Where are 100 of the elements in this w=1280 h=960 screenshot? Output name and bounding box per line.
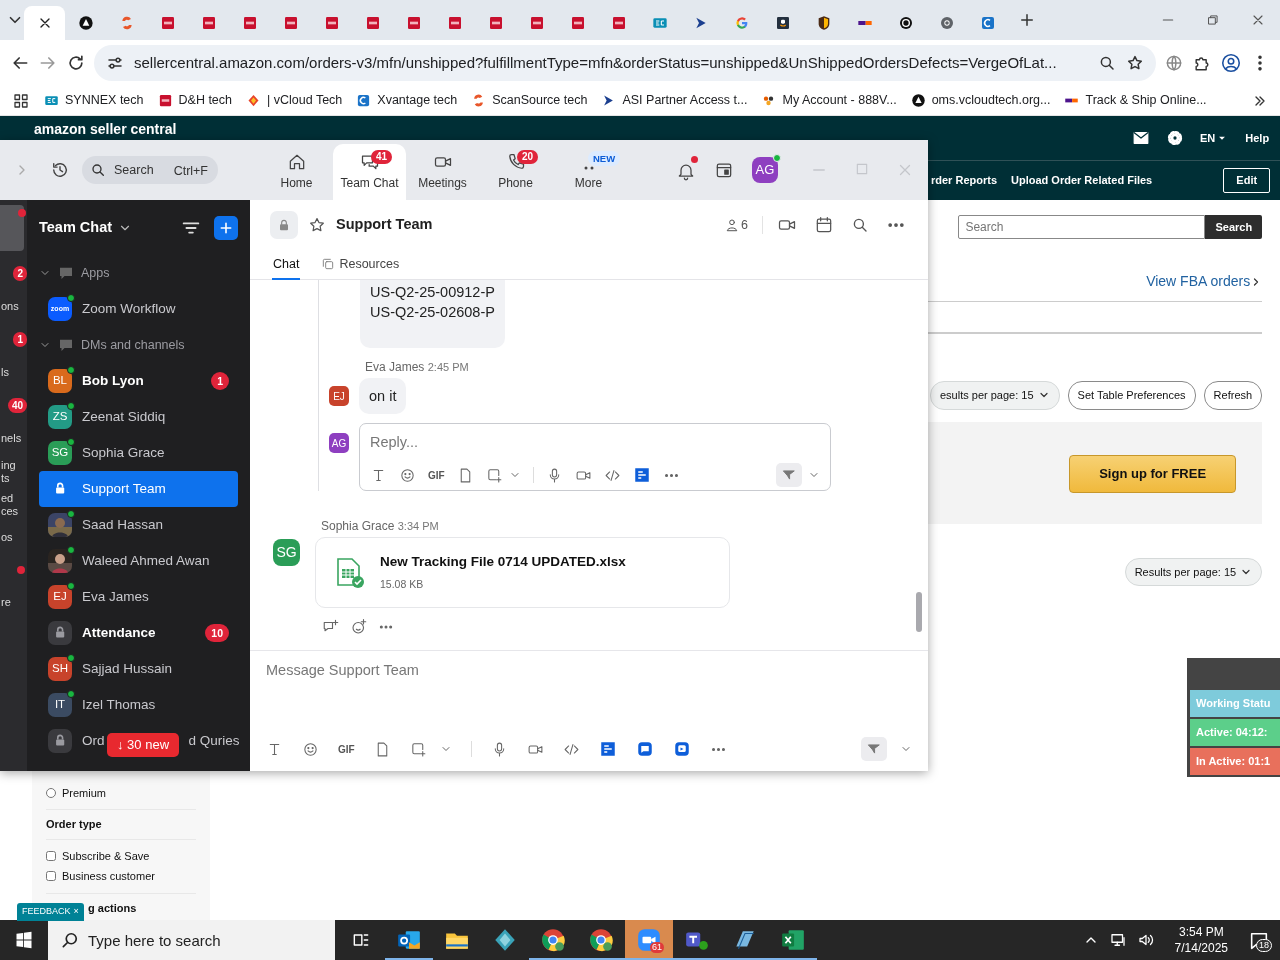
checkbox[interactable] <box>46 850 56 861</box>
restore-icon[interactable] <box>1206 13 1220 27</box>
emoji-icon[interactable] <box>399 466 416 484</box>
nav-link[interactable]: rder Reports <box>931 172 998 189</box>
taskbar-app[interactable]: 61 <box>625 920 673 960</box>
nav-tab[interactable]: 20 Phone <box>479 144 552 200</box>
filter-label[interactable]: Premium <box>62 784 106 801</box>
scrollbar-thumb[interactable] <box>916 592 922 632</box>
new-messages-toast[interactable]: ↓ 30 new <box>107 733 180 757</box>
file-card[interactable]: New Tracking File 0714 UPDATED.xlsx 15.08 KB <box>315 537 730 608</box>
history-icon[interactable] <box>50 160 70 180</box>
app-icon[interactable] <box>598 740 617 758</box>
star-icon[interactable] <box>308 216 326 234</box>
clock-date[interactable]: 7/14/2025 <box>1174 940 1228 956</box>
bookmark-link[interactable]: SYNNEX tech <box>44 91 144 110</box>
search-icon[interactable] <box>851 216 869 234</box>
rail-label[interactable]: ing ts <box>1 455 27 488</box>
language-menu[interactable]: EN <box>1200 129 1230 147</box>
nav-tab[interactable]: Meetings <box>406 144 479 200</box>
settings-icon[interactable] <box>1166 129 1184 147</box>
brand-name[interactable]: amazon seller central <box>34 122 177 137</box>
channel-item[interactable]: Attendance 10 <box>39 615 238 651</box>
radio-button[interactable] <box>46 787 56 798</box>
notifications-button[interactable] <box>676 158 696 182</box>
mail-icon[interactable] <box>1132 129 1150 147</box>
nav-tab[interactable]: 41 Team Chat <box>333 144 406 200</box>
globe-icon[interactable] <box>1164 53 1184 73</box>
bookmark-star-icon[interactable] <box>1126 54 1144 72</box>
rail-label[interactable]: ons <box>1 290 27 323</box>
contact-item[interactable]: ZS Zeenat Siddiq <box>39 399 238 435</box>
search-button[interactable]: Search <box>1205 215 1263 239</box>
channel-name[interactable]: d Quries <box>188 730 240 752</box>
apps-icon[interactable] <box>12 91 30 110</box>
screenshot-icon[interactable] <box>485 466 503 484</box>
contact-item[interactable]: Saad Hassan <box>39 507 238 543</box>
profile-icon[interactable] <box>1220 52 1242 74</box>
contact-item[interactable]: SH Sajjad Hussain <box>39 651 238 687</box>
bookmark-link[interactable]: ASI Partner Access t... <box>601 91 748 110</box>
bookmark-link[interactable]: | vCloud Tech <box>246 91 343 110</box>
help-link[interactable]: Help <box>1245 129 1270 147</box>
taskbar-search-field[interactable]: Type here to search <box>48 920 335 960</box>
search-icon[interactable] <box>1098 54 1116 72</box>
bookmark-link[interactable]: Xvantage tech <box>356 91 458 110</box>
app-icon[interactable] <box>635 740 654 758</box>
gif-button[interactable]: GIF <box>428 467 445 483</box>
send-button[interactable] <box>861 737 887 761</box>
gif-button[interactable]: GIF <box>338 741 355 757</box>
filter-label[interactable]: Business customer <box>62 868 155 885</box>
bookmark-link[interactable]: oms.vcloudtech.org... <box>910 91 1051 110</box>
contact-item[interactable]: SG Sophia Grace <box>39 435 238 471</box>
screenshot-icon[interactable] <box>409 740 427 758</box>
contact-item[interactable]: Waleed Ahmed Awan <box>39 543 238 579</box>
bookmark-link[interactable]: Track & Ship Online... <box>1064 91 1207 110</box>
chat-tab[interactable]: Resources <box>320 250 401 280</box>
checkbox[interactable] <box>46 871 56 882</box>
section-header[interactable]: DMs and channels <box>39 327 238 363</box>
rail-label[interactable]: os <box>1 521 27 554</box>
chat-tab[interactable]: Chat <box>272 250 301 280</box>
members-button[interactable]: 6 <box>724 215 763 235</box>
notification-button[interactable]: 18 <box>1248 928 1270 952</box>
new-chat-button[interactable] <box>214 215 238 240</box>
rail-label[interactable]: nels <box>1 422 27 455</box>
network-icon[interactable] <box>1108 931 1127 949</box>
sidebar-title[interactable]: Team Chat <box>39 216 133 239</box>
sign-up-button[interactable]: Sign up for FREE <box>1069 454 1237 493</box>
search-field[interactable]: Search <box>958 215 1206 239</box>
rail-label[interactable]: ls <box>1 356 27 389</box>
rail-label[interactable]: ed ces <box>1 488 27 521</box>
section-header[interactable]: Apps <box>39 255 238 291</box>
bookmark-link[interactable]: D&H tech <box>157 91 232 110</box>
contact-item[interactable]: IT Izel Thomas <box>39 687 238 723</box>
send-button[interactable] <box>776 463 802 487</box>
reload-button[interactable] <box>66 53 86 73</box>
site-info-icon[interactable] <box>106 54 124 72</box>
emoji-icon[interactable] <box>302 740 319 758</box>
results-per-page-select[interactable]: Results per page: 15 <box>1124 557 1263 586</box>
contact-item[interactable]: EJ Eva James <box>39 579 238 615</box>
edit-button[interactable]: Edit <box>1223 168 1271 193</box>
app-icon[interactable] <box>632 466 651 484</box>
results-per-page-select[interactable]: esults per page: 15 <box>930 381 1060 410</box>
channel-item[interactable]: Support Team <box>39 471 238 507</box>
fba-orders-link[interactable]: View FBA orders <box>1146 271 1263 292</box>
nav-link[interactable]: Upload Order Related Files <box>1011 172 1153 189</box>
add-reaction-icon[interactable] <box>350 618 368 636</box>
close-button[interactable]: × <box>73 905 79 919</box>
bookmark-link[interactable]: My Account - 888V... <box>761 91 897 110</box>
new-tab-button[interactable] <box>1018 11 1036 29</box>
app-icon[interactable] <box>672 740 691 758</box>
feedback-tab[interactable]: FEEDBACK × <box>17 903 84 921</box>
refresh-button[interactable]: Refresh <box>1203 381 1263 410</box>
address-bar[interactable]: sellercentral.amazon.com/orders-v3/mfn/unshipped?fulfillmentType=mfn&orderStatus=unshipped&UnShippedOrdersDefects=VergeOfLat... <box>94 45 1156 81</box>
nav-tab[interactable]: Home <box>260 144 333 200</box>
nav-tab[interactable]: NEW More <box>552 144 625 200</box>
filter-label[interactable]: Subscribe & Save <box>62 847 150 864</box>
clock-time[interactable]: 3:54 PM <box>1174 924 1228 940</box>
rail-label[interactable]: re <box>1 586 27 619</box>
table-preferences-button[interactable]: Set Table Preferences <box>1067 381 1196 410</box>
calendar-icon[interactable] <box>814 215 834 235</box>
bookmark-link[interactable]: ScanSource tech <box>471 91 588 110</box>
reply-box[interactable]: Reply... GIF <box>359 423 831 491</box>
